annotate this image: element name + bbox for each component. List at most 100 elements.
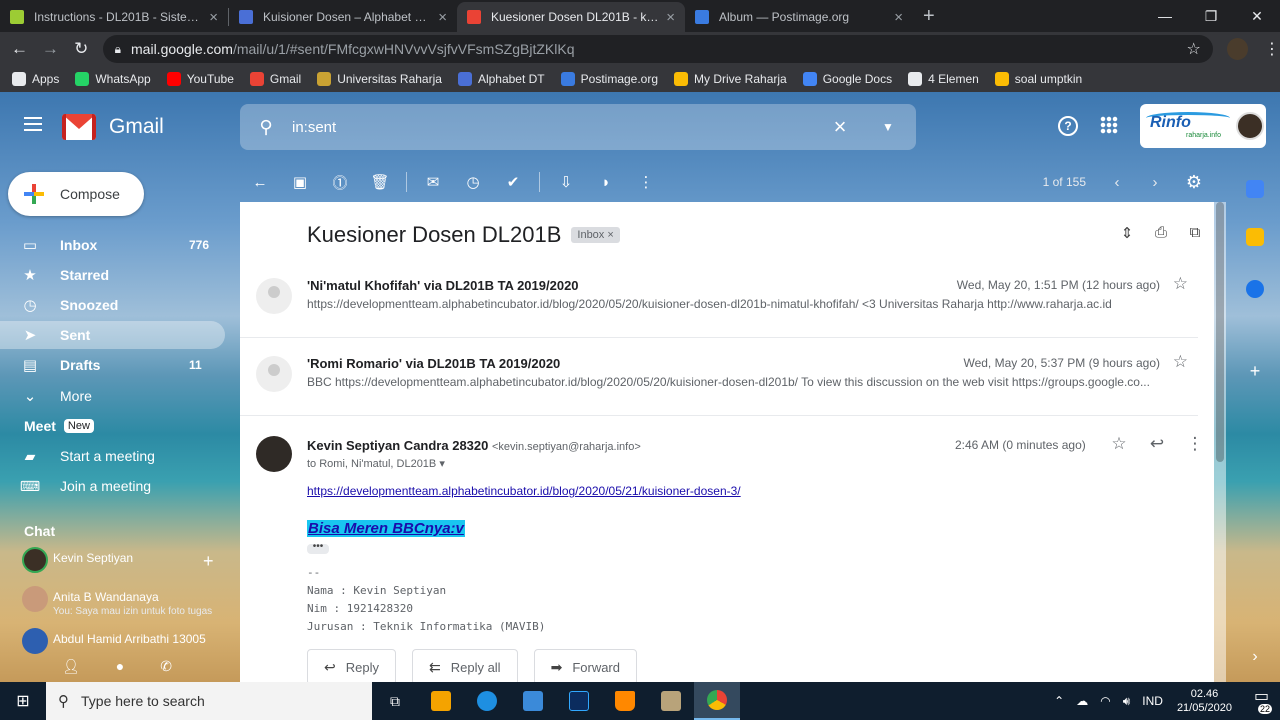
avatar[interactable] bbox=[256, 436, 292, 472]
kebab-menu-icon[interactable]: ⋮ bbox=[1264, 39, 1280, 59]
chat-contact[interactable]: Anita B Wandanaya You: Saya mau izin unt… bbox=[22, 586, 222, 620]
report-spam-icon[interactable]: ⓵ bbox=[320, 172, 360, 193]
expand-all-icon[interactable]: ⇕ bbox=[1110, 224, 1144, 242]
reply-button[interactable]: ↩ Reply bbox=[307, 649, 396, 682]
chat-bubble-icon[interactable]: ● bbox=[116, 658, 124, 675]
remove-label-icon[interactable]: × bbox=[607, 229, 613, 241]
recipients[interactable]: to Romi, Ni'matul, DL201B ▾ bbox=[307, 457, 445, 470]
calendar-icon[interactable] bbox=[1246, 180, 1264, 198]
open-new-window-icon[interactable]: ⧉ bbox=[1178, 224, 1212, 242]
google-apps-icon[interactable] bbox=[1100, 116, 1118, 134]
main-menu-icon[interactable] bbox=[24, 117, 42, 131]
search-bar[interactable]: ⚲ in:sent × ▼ bbox=[240, 104, 916, 150]
tab-kuisioner[interactable]: Kuisioner Dosen – Alphabet Deve × bbox=[229, 2, 457, 32]
chevron-up-icon[interactable]: ⌃ bbox=[1054, 694, 1064, 708]
new-tab-button[interactable]: + bbox=[913, 5, 945, 32]
close-window-icon[interactable]: ✕ bbox=[1234, 8, 1280, 25]
print-icon[interactable]: ⎙ bbox=[1144, 224, 1178, 242]
star-icon[interactable]: ☆ bbox=[1100, 434, 1138, 454]
tab-postimage[interactable]: Album — Postimage.org × bbox=[685, 2, 913, 32]
address-bar[interactable]: 🔒︎ mail.google.com/mail/u/1/#sent/FMfcgx… bbox=[102, 35, 1213, 63]
account-badge[interactable]: Rinfo raharja.info bbox=[1140, 104, 1266, 148]
bookmark-item[interactable]: 4 Elemen bbox=[908, 72, 979, 86]
tab-gmail-active[interactable]: Kuesioner Dosen DL201B - kevin. × bbox=[457, 2, 685, 32]
keep-icon[interactable] bbox=[1246, 228, 1264, 246]
notification-icon[interactable]: ▭ 22 bbox=[1242, 686, 1272, 716]
close-icon[interactable]: × bbox=[209, 9, 218, 26]
add-task-icon[interactable]: ✔︎ bbox=[493, 173, 533, 191]
tasks-icon[interactable] bbox=[1246, 280, 1264, 298]
photoshop-icon[interactable] bbox=[556, 682, 602, 720]
join-meeting-button[interactable]: ⌨︎ Join a meeting bbox=[0, 474, 225, 498]
bookmark-item[interactable]: Universitas Raharja bbox=[317, 72, 442, 86]
clear-search-icon[interactable]: × bbox=[820, 114, 860, 140]
close-icon[interactable]: × bbox=[666, 9, 675, 26]
lock-icon[interactable]: 🔒︎ bbox=[115, 42, 121, 57]
close-icon[interactable]: × bbox=[894, 9, 903, 26]
windows-start-icon[interactable]: ⊞ bbox=[0, 691, 46, 711]
star-icon[interactable]: ☆ bbox=[1173, 352, 1188, 372]
bookmark-item[interactable]: Postimage.org bbox=[560, 72, 658, 86]
message-link[interactable]: https://developmentteam.alphabetincubato… bbox=[307, 484, 741, 498]
volume-icon[interactable]: 🔊︎ bbox=[1123, 694, 1131, 709]
delete-icon[interactable]: 🗑︎ bbox=[360, 173, 400, 191]
cloud-icon[interactable]: ☁︎ bbox=[1076, 694, 1088, 708]
move-to-icon[interactable]: ⇩ bbox=[546, 173, 586, 191]
reload-icon[interactable]: ↻ bbox=[66, 39, 97, 59]
clock[interactable]: 02.46 21/05/2020 bbox=[1177, 687, 1232, 715]
star-icon[interactable]: ☆ bbox=[1173, 274, 1188, 294]
gmail-wordmark[interactable]: Gmail bbox=[109, 115, 164, 139]
wifi-icon[interactable]: ◠ bbox=[1100, 694, 1110, 708]
sidebar-item-more[interactable]: ⌄ More bbox=[0, 382, 225, 410]
search-options-icon[interactable]: ▼ bbox=[860, 120, 916, 134]
bookmark-item[interactable]: WhatsApp bbox=[75, 72, 151, 86]
chat-contact[interactable]: Abdul Hamid Arribathi 13005 bbox=[22, 628, 222, 656]
language-indicator[interactable]: IND bbox=[1142, 694, 1163, 708]
show-trimmed-button[interactable]: ••• bbox=[307, 542, 329, 554]
add-addon-icon[interactable]: + bbox=[1246, 362, 1264, 380]
label-icon[interactable]: ◗ bbox=[586, 174, 626, 191]
app-icon[interactable] bbox=[648, 682, 694, 720]
mark-unread-icon[interactable]: ✉︎ bbox=[413, 173, 453, 191]
help-icon[interactable]: ? bbox=[1058, 116, 1078, 136]
archive-icon[interactable]: ▣ bbox=[280, 173, 320, 191]
snooze-icon[interactable]: ◷ bbox=[453, 173, 493, 191]
contacts-icon[interactable]: 👤︎ bbox=[62, 658, 80, 675]
profile-avatar[interactable] bbox=[1226, 38, 1249, 60]
gmail-logo-icon[interactable] bbox=[62, 114, 96, 140]
chrome-icon[interactable] bbox=[694, 682, 740, 720]
reply-all-button[interactable]: ⇇ Reply all bbox=[411, 649, 518, 682]
back-to-list-icon[interactable]: ← bbox=[240, 174, 280, 191]
thread-scrollbar[interactable] bbox=[1214, 202, 1226, 682]
start-meeting-button[interactable]: ▰ Start a meeting bbox=[0, 444, 225, 468]
chat-contact[interactable]: Kevin Septiyan bbox=[22, 547, 222, 575]
label-chip[interactable]: Inbox × bbox=[571, 227, 620, 243]
maximize-icon[interactable]: ❐ bbox=[1188, 8, 1234, 25]
scrollbar-thumb[interactable] bbox=[1216, 202, 1224, 462]
search-input[interactable]: in:sent bbox=[292, 119, 820, 136]
minimize-icon[interactable]: — bbox=[1142, 8, 1188, 24]
collapsed-message[interactable]: 'Ni'matul Khofifah' via DL201B TA 2019/2… bbox=[240, 262, 1198, 338]
phone-icon[interactable]: ✆ bbox=[160, 658, 172, 675]
bookmark-item[interactable]: My Drive Raharja bbox=[674, 72, 787, 86]
newer-icon[interactable]: ‹ bbox=[1098, 174, 1136, 191]
tab-instructions[interactable]: Instructions - DL201B - Sistem Ba × bbox=[0, 2, 228, 32]
bookmark-star-icon[interactable]: ☆ bbox=[1186, 39, 1200, 59]
back-icon[interactable]: ← bbox=[4, 39, 35, 59]
taskbar-search[interactable]: ⚲ Type here to search bbox=[46, 682, 372, 720]
search-icon[interactable]: ⚲ bbox=[240, 117, 292, 138]
close-icon[interactable]: × bbox=[438, 9, 447, 26]
sidebar-item-drafts[interactable]: ▤ Drafts 11 bbox=[0, 351, 225, 379]
sidebar-item-inbox[interactable]: ▭ Inbox 776 bbox=[0, 231, 225, 259]
vlc-icon[interactable] bbox=[602, 682, 648, 720]
forward-icon[interactable]: → bbox=[35, 39, 66, 59]
forward-button[interactable]: ➡ Forward bbox=[533, 649, 637, 682]
compose-button[interactable]: Compose bbox=[8, 172, 144, 216]
bookmark-item[interactable]: Apps bbox=[12, 72, 59, 86]
bookmark-item[interactable]: soal umptkin bbox=[994, 72, 1082, 86]
caret-down-icon[interactable]: ▾ bbox=[439, 458, 445, 470]
bookmark-item[interactable]: Gmail bbox=[249, 72, 301, 86]
mail-icon[interactable] bbox=[510, 682, 556, 720]
store-icon[interactable] bbox=[418, 682, 464, 720]
edge-icon[interactable] bbox=[464, 682, 510, 720]
